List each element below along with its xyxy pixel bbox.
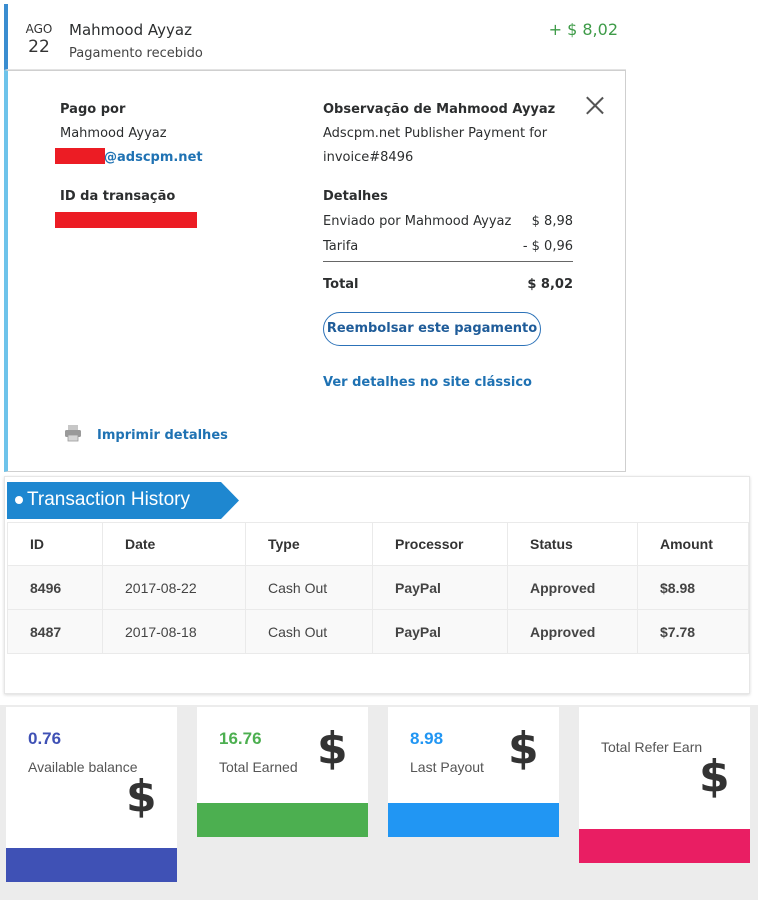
stat-color-bar bbox=[6, 848, 177, 882]
cell-id: 8487 bbox=[7, 609, 103, 654]
column-header-processor: Processor bbox=[372, 522, 508, 566]
table-row[interactable]: 8496 2017-08-22 Cash Out PayPal Approved… bbox=[7, 565, 749, 610]
redacted-email bbox=[55, 148, 105, 164]
note-label: Observação de Mahmood Ayyaz bbox=[323, 102, 556, 117]
available-balance-card: 0.76 Available balance $ bbox=[6, 707, 177, 882]
printer-icon[interactable] bbox=[64, 424, 82, 442]
stats-section: 0.76 Available balance $ 16.76 Total Ear… bbox=[0, 705, 758, 900]
column-header-amount: Amount bbox=[637, 522, 749, 566]
dollar-icon: $ bbox=[699, 751, 730, 802]
history-title: Transaction History bbox=[27, 489, 190, 510]
column-header-id: ID bbox=[7, 522, 103, 566]
column-header-type: Type bbox=[245, 522, 373, 566]
classic-site-link[interactable]: Ver detalhes no site clássico bbox=[323, 375, 532, 390]
table-header-row: ID Date Type Processor Status Amount bbox=[7, 522, 749, 566]
column-header-status: Status bbox=[507, 522, 638, 566]
transaction-amount: + $ 8,02 bbox=[548, 20, 618, 39]
cell-id: 8496 bbox=[7, 565, 103, 610]
cell-processor: PayPal bbox=[372, 565, 508, 610]
dollar-icon: $ bbox=[126, 771, 157, 822]
sent-by-value: $ 8,98 bbox=[531, 214, 573, 229]
stat-label: Last Payout bbox=[410, 759, 484, 775]
transaction-month: AGO bbox=[25, 22, 53, 36]
cell-status: Approved bbox=[507, 609, 638, 654]
cell-processor: PayPal bbox=[372, 609, 508, 654]
note-line-1: Adscpm.net Publisher Payment for bbox=[323, 126, 548, 141]
stat-value: 0.76 bbox=[28, 729, 62, 748]
stat-value: 16.76 bbox=[219, 729, 262, 748]
close-icon[interactable] bbox=[585, 95, 605, 115]
total-earned-card: 16.76 Total Earned $ bbox=[197, 707, 368, 837]
stat-label: Total Earned bbox=[219, 759, 298, 775]
fee-value: - $ 0,96 bbox=[522, 239, 573, 254]
paid-by-email[interactable]: @adscpm.net bbox=[104, 150, 203, 165]
dollar-icon: $ bbox=[508, 723, 539, 774]
refund-button[interactable]: Reembolsar este pagamento bbox=[323, 312, 541, 346]
transaction-header[interactable]: AGO 22 Mahmood Ayyaz Pagamento recebido … bbox=[4, 4, 626, 70]
stat-label: Total Refer Earn bbox=[601, 739, 703, 755]
last-payout-card: 8.98 Last Payout $ bbox=[388, 707, 559, 837]
transaction-history-card: Transaction History ID Date Type Process… bbox=[4, 476, 750, 694]
cell-date: 2017-08-18 bbox=[102, 609, 246, 654]
transaction-day: 22 bbox=[28, 37, 50, 57]
paid-by-label: Pago por bbox=[60, 102, 126, 117]
cell-date: 2017-08-22 bbox=[102, 565, 246, 610]
redacted-transaction-id bbox=[55, 212, 197, 228]
title-bullet bbox=[15, 496, 23, 504]
note-line-2: invoice#8496 bbox=[323, 150, 414, 165]
table-row[interactable]: 8487 2017-08-18 Cash Out PayPal Approved… bbox=[7, 609, 749, 654]
stat-color-bar bbox=[388, 803, 559, 837]
column-header-date: Date bbox=[102, 522, 246, 566]
stat-color-bar bbox=[579, 829, 750, 863]
cell-type: Cash Out bbox=[245, 609, 373, 654]
stat-color-bar bbox=[197, 803, 368, 837]
cell-type: Cash Out bbox=[245, 565, 373, 610]
transaction-table: ID Date Type Processor Status Amount 849… bbox=[7, 522, 749, 654]
total-label: Total bbox=[323, 277, 359, 292]
stat-label: Available balance bbox=[28, 759, 138, 775]
stat-value: 8.98 bbox=[410, 729, 444, 748]
total-divider bbox=[323, 261, 573, 262]
cell-status: Approved bbox=[507, 565, 638, 610]
print-details-link[interactable]: Imprimir detalhes bbox=[97, 428, 228, 443]
transaction-id-label: ID da transação bbox=[60, 189, 176, 204]
paid-by-name: Mahmood Ayyaz bbox=[60, 126, 167, 141]
cell-amount: $7.78 bbox=[637, 609, 749, 654]
payer-name: Mahmood Ayyaz bbox=[69, 21, 192, 39]
total-refer-earn-card: Total Refer Earn $ bbox=[579, 707, 750, 863]
transaction-detail-panel: Pago por Mahmood Ayyaz @adscpm.net ID da… bbox=[4, 70, 626, 472]
details-label: Detalhes bbox=[323, 189, 388, 204]
dollar-icon: $ bbox=[317, 723, 348, 774]
transaction-status: Pagamento recebido bbox=[69, 46, 203, 61]
cell-amount: $8.98 bbox=[637, 565, 749, 610]
fee-label: Tarifa bbox=[323, 239, 359, 254]
total-value: $ 8,02 bbox=[527, 277, 573, 292]
